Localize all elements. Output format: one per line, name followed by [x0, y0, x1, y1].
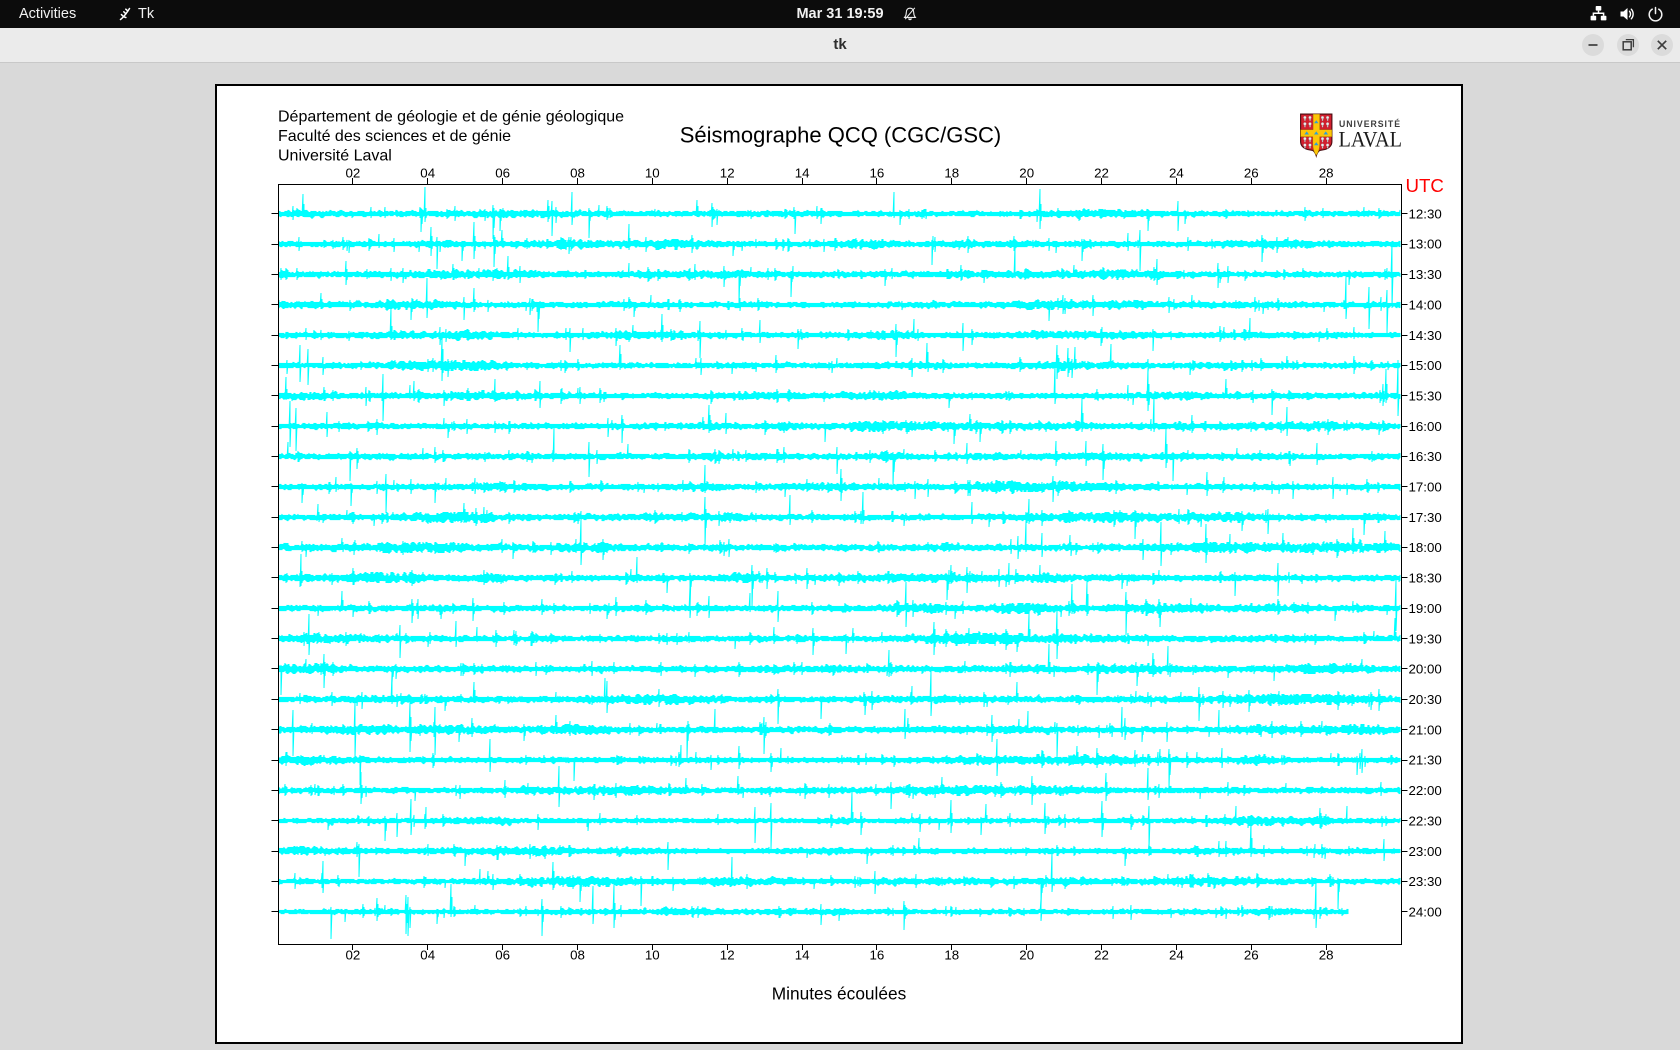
svg-text:Université Laval: Université Laval: [278, 148, 392, 165]
svg-text:UTC: UTC: [1406, 175, 1444, 196]
svg-text:20:00: 20:00: [1409, 662, 1442, 677]
svg-text:LAVAL: LAVAL: [1339, 126, 1403, 151]
svg-text:16:30: 16:30: [1409, 449, 1442, 464]
svg-text:21:00: 21:00: [1409, 722, 1442, 737]
svg-text:Faculté des sciences et de gén: Faculté des sciences et de génie: [278, 128, 511, 145]
svg-text:19:30: 19:30: [1409, 631, 1442, 646]
svg-text:24:00: 24:00: [1409, 905, 1442, 920]
svg-text:18:00: 18:00: [1409, 540, 1442, 555]
svg-text:15:00: 15:00: [1409, 358, 1442, 373]
svg-text:21:30: 21:30: [1409, 753, 1442, 768]
svg-text:Séismographe QCQ (CGC/GSC): Séismographe QCQ (CGC/GSC): [680, 123, 1002, 148]
svg-text:14:00: 14:00: [1409, 297, 1442, 312]
svg-text:23:30: 23:30: [1409, 874, 1442, 889]
svg-text:22:30: 22:30: [1409, 813, 1442, 828]
svg-text:18:30: 18:30: [1409, 571, 1442, 586]
svg-text:17:30: 17:30: [1409, 510, 1442, 525]
svg-text:23:00: 23:00: [1409, 844, 1442, 859]
svg-text:Minutes écoulées: Minutes écoulées: [772, 984, 907, 1004]
svg-text:19:00: 19:00: [1409, 601, 1442, 616]
svg-text:14:30: 14:30: [1409, 328, 1442, 343]
svg-text:22:00: 22:00: [1409, 783, 1442, 798]
svg-text:13:00: 13:00: [1409, 237, 1442, 252]
svg-text:17:00: 17:00: [1409, 480, 1442, 495]
svg-text:13:30: 13:30: [1409, 267, 1442, 282]
svg-text:20:30: 20:30: [1409, 692, 1442, 707]
svg-text:15:30: 15:30: [1409, 389, 1442, 404]
svg-text:16:00: 16:00: [1409, 419, 1442, 434]
svg-text:12:30: 12:30: [1409, 206, 1442, 221]
svg-text:Département de géologie et de: Département de géologie et de génie géol…: [278, 109, 624, 126]
